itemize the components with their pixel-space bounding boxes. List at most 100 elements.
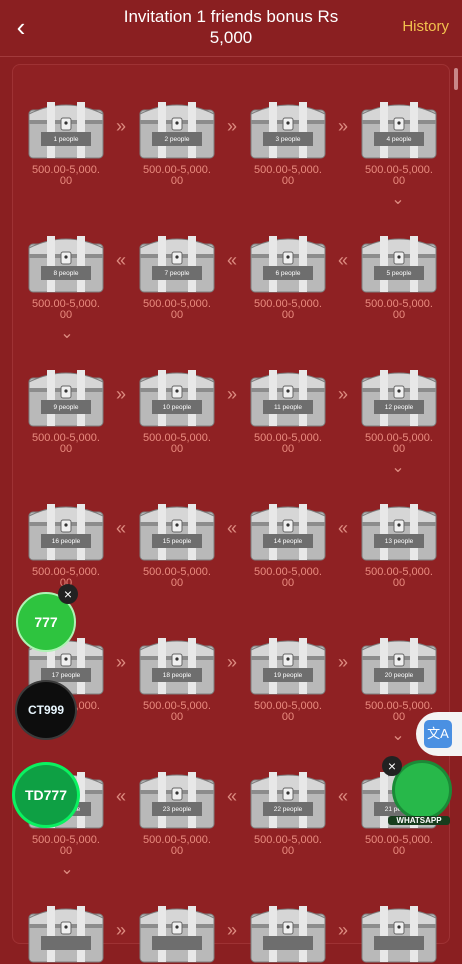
reward-amount: 500.00-5,000.00 [233,299,343,321]
chest-people-label: 18 people [162,672,192,679]
reward-amount-line2: 00 [392,845,406,857]
double-chevron-left-icon: « [226,250,237,270]
history-link[interactable]: History [402,18,449,35]
reward-amount-line2: 00 [392,577,406,589]
badge-777-label: 777 [34,614,58,630]
reward-amount-line2: 00 [59,175,73,187]
close-icon[interactable]: × [58,584,78,604]
chest-people-label [152,938,202,950]
double-chevron-right-icon: » [226,652,237,672]
reward-amount: 500.00-5,000.00 [11,835,121,857]
chest-people-label: 7 people [164,270,190,277]
treasure-chest-icon[interactable]: 16 people [27,498,105,562]
chest-people-label: 15 people [162,538,192,545]
reward-amount: 500.00-5,000.00 [344,299,454,321]
title-line-1: Invitation 1 friends bonus Rs [123,7,339,26]
treasure-chest-icon[interactable] [360,900,438,964]
double-chevron-right-icon: » [115,384,126,404]
chest-people-label: 13 people [384,538,414,545]
reward-amount-line2: 00 [170,711,184,723]
scrollbar[interactable] [454,68,458,90]
double-chevron-left-icon: « [226,786,237,806]
treasure-chest-icon[interactable] [138,900,216,964]
td777-badge[interactable]: TD777 [12,762,80,828]
double-chevron-left-icon: « [337,518,348,538]
treasure-chest-icon[interactable]: 9 people [27,364,105,428]
treasure-chest-icon[interactable]: 6 people [249,230,327,294]
chevron-left-icon[interactable]: ‹ [10,14,32,40]
chest-people-label: 11 people [273,404,303,411]
treasure-chest-icon[interactable]: 2 people [138,96,216,160]
treasure-chest-icon[interactable] [249,900,327,964]
treasure-chest-icon[interactable]: 7 people [138,230,216,294]
chest-people-label: 6 people [275,270,301,277]
double-chevron-down-icon: ⌄ [391,459,405,476]
close-icon[interactable]: × [382,756,402,776]
reward-amount-line2: 00 [170,175,184,187]
reward-amount: 500.00-5,000.00 [11,433,121,455]
chest-people-label: 2 people [164,136,190,143]
reward-amount-line2: 00 [170,443,184,455]
page-title: Invitation 1 friends bonus Rs 5,000 [100,6,362,48]
reward-amount: 500.00-5,000.00 [122,433,232,455]
treasure-chest-icon[interactable]: 3 people [249,96,327,160]
badge-td777-label: TD777 [24,787,68,803]
chest-people-label: 8 people [53,270,79,277]
reward-amount: 500.00-5,000.00 [11,299,121,321]
badge-ct999-label: CT999 [27,703,65,717]
double-chevron-left-icon: « [337,786,348,806]
treasure-chest-icon[interactable]: 13 people [360,498,438,562]
chest-people-label: 23 people [162,806,192,813]
treasure-chest-icon[interactable]: 5 people [360,230,438,294]
treasure-chest-icon[interactable]: 19 people [249,632,327,696]
chest-people-label: 12 people [384,404,414,411]
treasure-chest-icon[interactable]: 1 people [27,96,105,160]
treasure-chest-icon[interactable]: 18 people [138,632,216,696]
chest-people-label: 5 people [386,270,412,277]
reward-amount: 500.00-5,000.00 [122,701,232,723]
reward-amount: 500.00-5,000.00 [233,701,343,723]
chest-people-label: 20 people [384,672,414,679]
treasure-chest-icon[interactable]: 8 people [27,230,105,294]
translate-icon: 文A [424,720,452,748]
translate-button[interactable]: 文A [416,712,462,756]
reward-amount-line2: 00 [59,443,73,455]
treasure-chest-icon[interactable]: 20 people [360,632,438,696]
reward-amount: 500.00-5,000.00 [344,835,454,857]
reward-amount: 500.00-5,000.00 [233,165,343,187]
treasure-chest-icon[interactable]: 4 people [360,96,438,160]
double-chevron-left-icon: « [115,518,126,538]
reward-amount-line2: 00 [392,309,406,321]
treasure-chest-icon[interactable]: 12 people [360,364,438,428]
double-chevron-left-icon: « [115,786,126,806]
chest-people-label: 16 people [51,538,81,545]
reward-amount-line2: 00 [281,845,295,857]
ct999-badge[interactable]: CT999 [15,680,77,740]
reward-amount-line2: 00 [59,309,73,321]
treasure-chest-icon[interactable]: 23 people [138,766,216,830]
reward-amount-line2: 00 [170,309,184,321]
double-chevron-right-icon: » [226,384,237,404]
reward-amount-line2: 00 [281,443,295,455]
reward-amount: 500.00-5,000.00 [11,165,121,187]
reward-amount-line2: 00 [170,845,184,857]
double-chevron-right-icon: » [226,920,237,940]
treasure-chest-icon[interactable]: 14 people [249,498,327,562]
treasure-chest-icon[interactable] [27,900,105,964]
treasure-chest-icon[interactable]: 15 people [138,498,216,562]
double-chevron-down-icon: ⌄ [391,727,405,744]
double-chevron-right-icon: » [337,384,348,404]
treasure-chest-icon[interactable]: 10 people [138,364,216,428]
title-line-2: 5,000 [209,28,253,47]
double-chevron-down-icon: ⌄ [391,191,405,208]
chest-people-label [374,938,424,950]
chest-people-label: 1 people [53,136,79,143]
chest-people-label: 9 people [53,404,79,411]
reward-amount-line2: 00 [281,309,295,321]
treasure-chest-icon[interactable]: 22 people [249,766,327,830]
reward-amount: 500.00-5,000.00 [122,165,232,187]
treasure-chest-icon[interactable]: 11 people [249,364,327,428]
chest-people-label: 14 people [273,538,303,545]
double-chevron-left-icon: « [115,250,126,270]
chest-people-label: 4 people [386,136,412,143]
